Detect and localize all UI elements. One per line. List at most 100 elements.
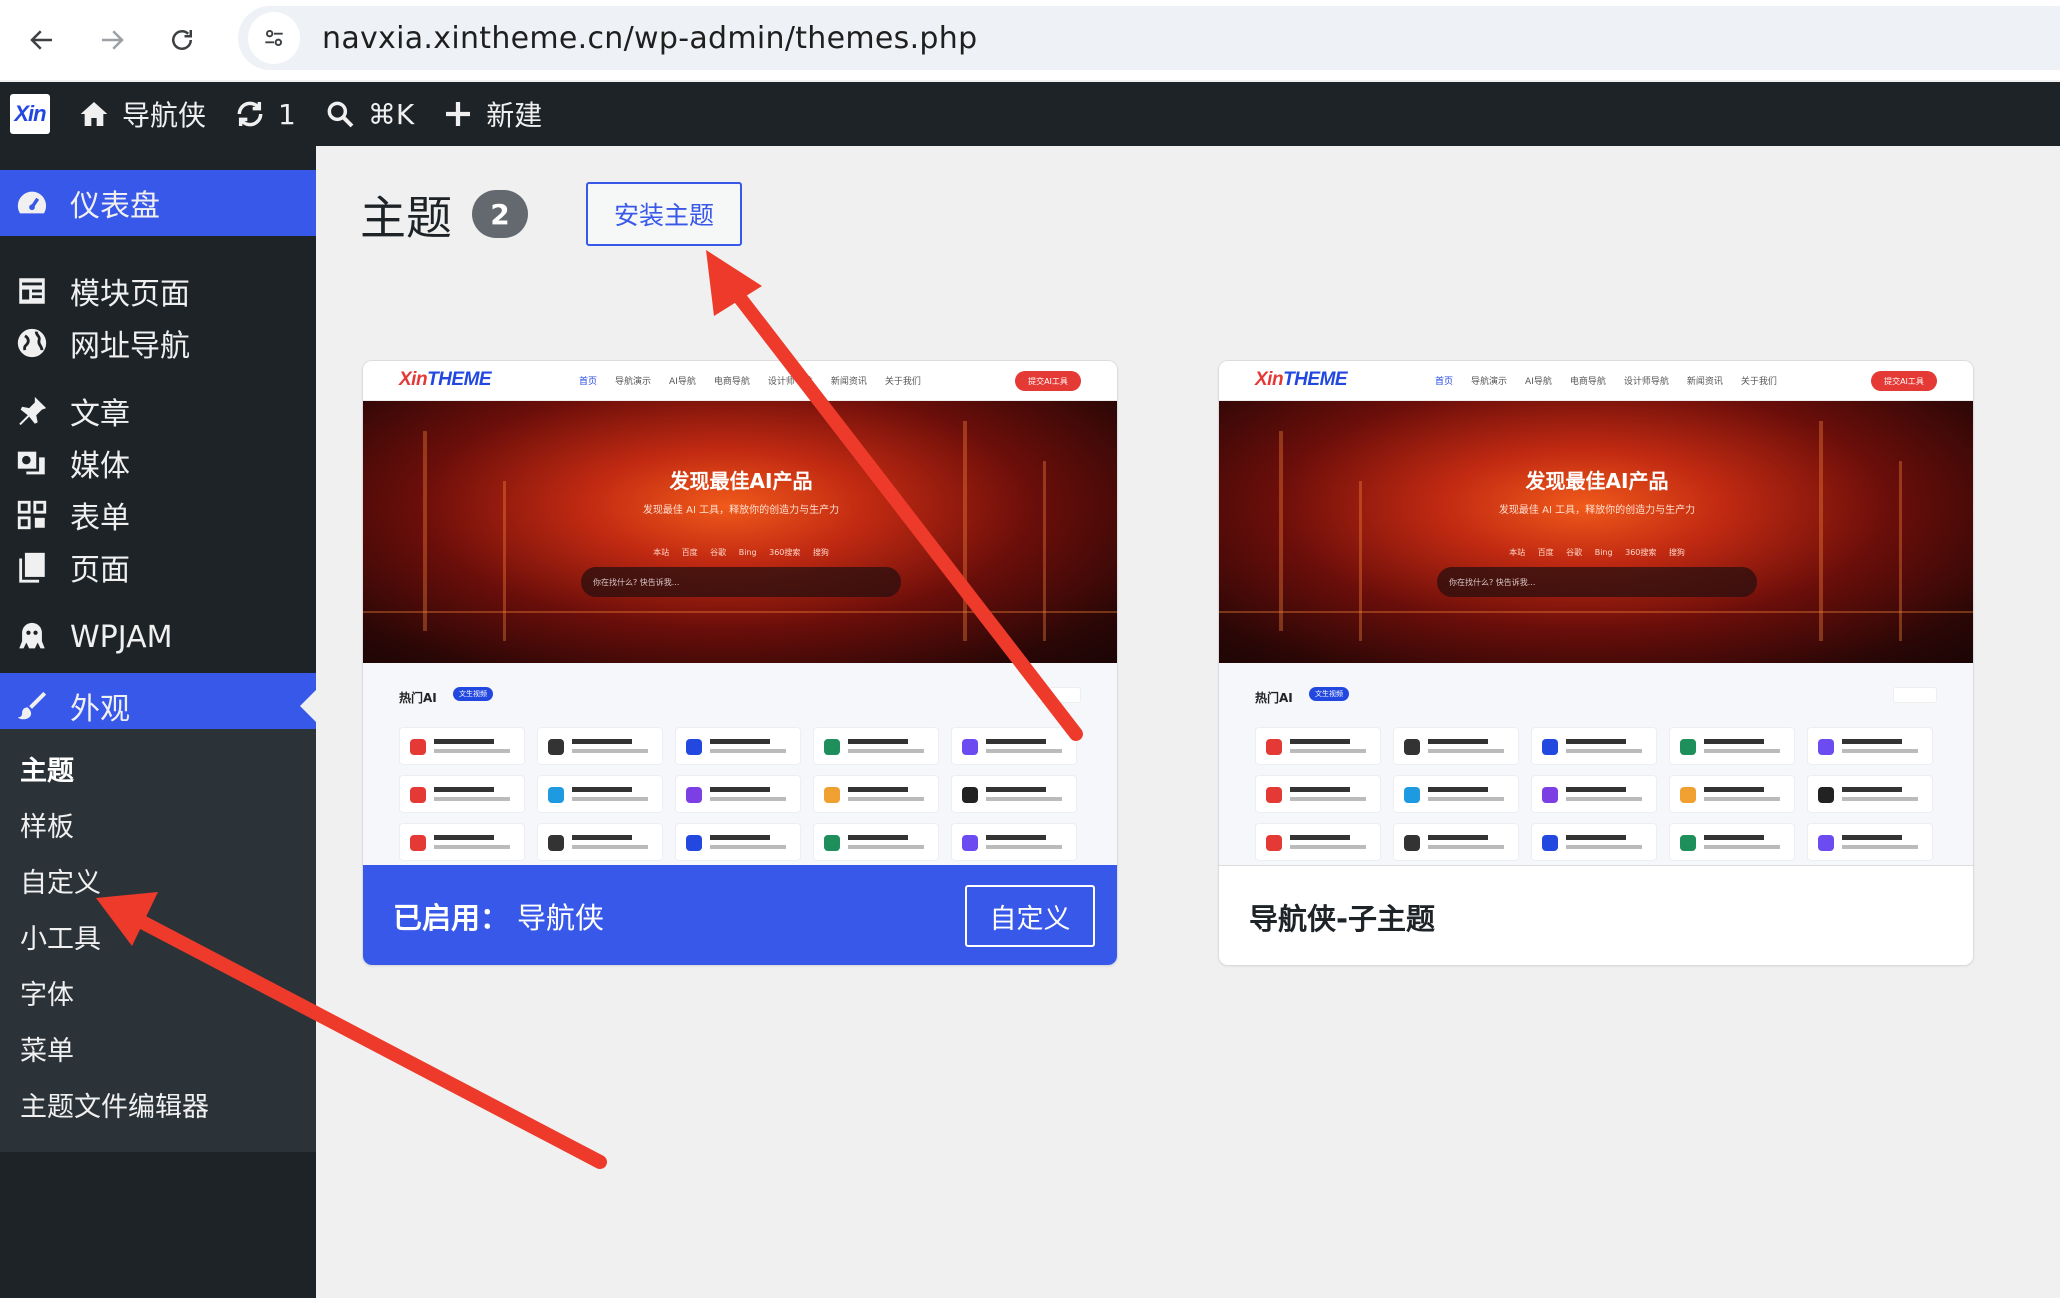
octopus-icon	[14, 619, 50, 655]
preview-tool-card	[951, 775, 1077, 813]
theme-card-active[interactable]: XinTHEME 首页 导航演示 AI导航 电商导航 设计师导航 新闻资讯 关于我们 提交A…	[362, 360, 1118, 966]
preview-tool-card	[1531, 727, 1657, 765]
preview-hero-subtitle: 发现最佳 AI 工具，释放你的创造力与生产力	[642, 505, 840, 516]
site-info-icon[interactable]	[248, 12, 300, 64]
preview-list: 热门AI 文生视频	[363, 663, 1117, 865]
media-icon	[14, 445, 50, 481]
preview-tool-card	[399, 775, 525, 813]
preview-more	[1893, 687, 1937, 703]
menu-label: 外观	[70, 692, 130, 727]
menu-label: 模块页面	[70, 277, 190, 312]
preview-tool-card	[951, 823, 1077, 861]
preview-section-title: 热门AI	[399, 691, 437, 705]
submenu-menus[interactable]: 菜单	[20, 1029, 74, 1068]
arrow-right-icon	[102, 30, 124, 50]
preview-tool-card	[1255, 823, 1381, 861]
preview-hero: 发现最佳AI产品 发现最佳 AI 工具，释放你的创造力与生产力 本站 百度 谷歌…	[1219, 401, 1973, 663]
submenu-customize[interactable]: 自定义	[20, 861, 101, 900]
preview-tool-card	[813, 823, 939, 861]
active-theme-name: 导航侠	[517, 901, 605, 935]
menu-url-nav[interactable]: 网址导航	[0, 310, 316, 376]
preview-section-title: 热门AI	[1255, 691, 1293, 705]
preview-section-pill: 文生视频	[1309, 687, 1349, 701]
update-icon	[237, 101, 263, 127]
site-name-link[interactable]: 导航侠	[64, 82, 220, 146]
preview-tool-card	[1255, 727, 1381, 765]
home-icon	[80, 102, 108, 126]
submenu-fonts[interactable]: 字体	[20, 973, 74, 1012]
submenu-themes[interactable]: 主题	[20, 749, 74, 788]
command-palette-button[interactable]: ⌘K	[310, 82, 428, 146]
admin-sidebar: 仪表盘 模块页面 网址导航 文章 媒体 表单 页面 WPJAM 外观 主题 样板…	[0, 146, 316, 1298]
forward-button[interactable]	[84, 12, 140, 68]
preview-tool-card	[675, 727, 801, 765]
preview-tool-card	[1393, 775, 1519, 813]
theme-name: 导航侠-子主题	[1249, 901, 1436, 936]
preview-section-pill: 文生视频	[453, 687, 493, 701]
grid-icon	[14, 497, 50, 533]
page-icon	[14, 549, 50, 585]
search-icon	[327, 101, 354, 128]
dashboard-icon	[14, 185, 50, 221]
menu-dashboard[interactable]: 仪表盘	[0, 170, 316, 236]
preview-tool-card	[1393, 727, 1519, 765]
back-button[interactable]	[14, 12, 70, 68]
preview-hero-tabs: 本站 百度 谷歌 Bing 360搜索 搜狗	[653, 548, 829, 557]
menu-wpjam[interactable]: WPJAM	[0, 604, 316, 670]
preview-tool-card	[813, 727, 939, 765]
layout-icon	[14, 273, 50, 309]
search-shortcut: ⌘K	[367, 97, 415, 131]
url-text[interactable]: navxia.xintheme.cn/wp-admin/themes.php	[322, 21, 977, 56]
preview-search: 你在找什么? 快告诉我...	[581, 567, 901, 597]
preview-cta: 提交AI工具	[1015, 371, 1081, 391]
install-theme-button[interactable]: 安装主题	[586, 182, 742, 246]
preview-nav: 首页 导航演示 AI导航 电商导航 设计师导航 新闻资讯 关于我们	[579, 377, 921, 387]
active-label: 已启用：	[393, 901, 510, 935]
reload-icon	[172, 30, 192, 50]
site-logo[interactable]: Xin	[10, 94, 50, 134]
new-label: 新建	[486, 99, 543, 132]
menu-label: 仪表盘	[70, 189, 160, 224]
paintbrush-icon	[14, 688, 50, 724]
preview-header: XinTHEME 首页 导航演示 AI导航 电商导航 设计师导航 新闻资讯 关于我们 提交A…	[363, 361, 1117, 401]
submenu-theme-editor[interactable]: 主题文件编辑器	[20, 1085, 209, 1124]
preview-tool-card	[537, 775, 663, 813]
theme-screenshot[interactable]: XinTHEME 首页 导航演示 AI导航 电商导航 设计师导航 新闻资讯 关于我们 提交A…	[363, 361, 1117, 865]
preview-more	[1037, 687, 1081, 703]
site-name: 导航侠	[122, 99, 207, 132]
main-content: 主题 2 安装主题 XinTHEME 首页 导航演示 AI导航 电商导航 设计师导航 新闻…	[316, 146, 2060, 1298]
theme-screenshot[interactable]: XinTHEME 首页 导航演示 AI导航 电商导航 设计师导航 新闻资讯 关于我们 提交A…	[1219, 361, 1973, 865]
browser-toolbar: navxia.xintheme.cn/wp-admin/themes.php	[0, 0, 2060, 80]
pin-icon	[14, 393, 50, 429]
preview-logo: XinTHEME	[399, 369, 492, 390]
preview-list: 热门AI 文生视频	[1219, 663, 1973, 865]
preview-tool-card	[1669, 823, 1795, 861]
plus-icon	[446, 102, 471, 126]
preview-tool-card	[399, 823, 525, 861]
preview-cta: 提交AI工具	[1871, 371, 1937, 391]
preview-tool-card	[1393, 823, 1519, 861]
theme-card-child[interactable]: XinTHEME 首页 导航演示 AI导航 电商导航 设计师导航 新闻资讯 关于我们 提交A…	[1218, 360, 1974, 966]
menu-pages[interactable]: 页面	[0, 534, 316, 600]
submenu-patterns[interactable]: 样板	[20, 805, 74, 844]
new-content-button[interactable]: 新建	[428, 82, 556, 146]
active-theme-footer: 已启用： 导航侠 自定义	[363, 865, 1117, 965]
page-title: 主题	[360, 191, 452, 245]
preview-search: 你在找什么? 快告诉我...	[1437, 567, 1757, 597]
theme-count-badge: 2	[472, 190, 528, 238]
preview-tool-card	[1669, 775, 1795, 813]
submenu-widgets[interactable]: 小工具	[20, 917, 101, 956]
customize-button[interactable]: 自定义	[965, 885, 1095, 947]
preview-tool-card	[1531, 823, 1657, 861]
menu-label: WPJAM	[70, 619, 173, 655]
preview-hero-title: 发现最佳AI产品	[669, 469, 813, 493]
preview-tool-card	[399, 727, 525, 765]
reload-button[interactable]	[154, 12, 210, 68]
appearance-submenu: 主题 样板 自定义 小工具 字体 菜单 主题文件编辑器	[0, 729, 316, 1152]
preview-tool-card	[675, 775, 801, 813]
address-bar[interactable]: navxia.xintheme.cn/wp-admin/themes.php	[238, 6, 2060, 70]
updates-link[interactable]: 1	[220, 82, 310, 146]
preview-tool-card	[1807, 823, 1933, 861]
menu-label: 网址导航	[70, 329, 190, 364]
preview-hero-tabs: 本站 百度 谷歌 Bing 360搜索 搜狗	[1509, 548, 1685, 557]
